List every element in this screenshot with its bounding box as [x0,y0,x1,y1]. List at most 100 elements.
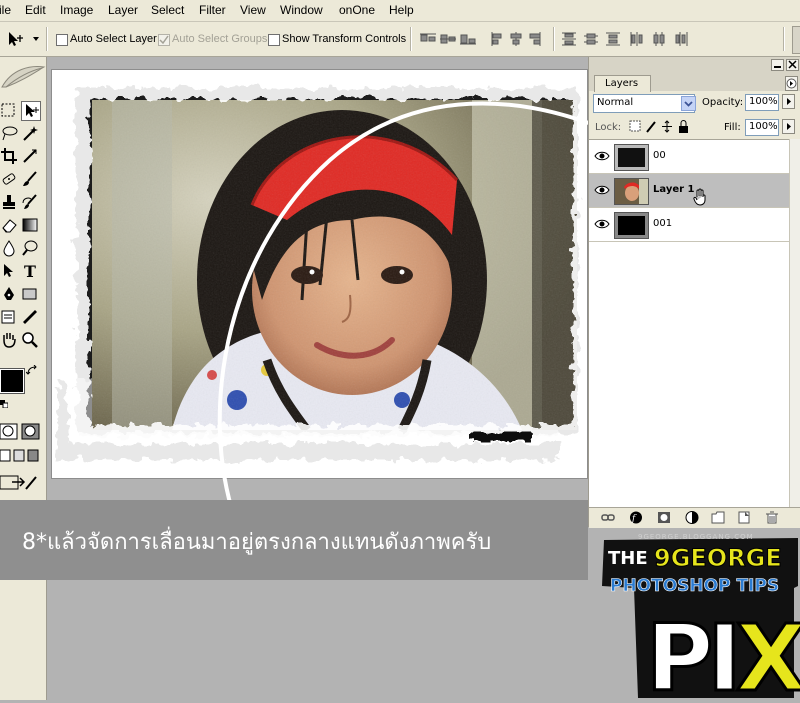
menu-filter[interactable]: Filter [199,3,226,17]
logo-url-text: 9GEORGE.BLOGGANG.COM [638,533,754,541]
slice-tool-icon[interactable] [21,147,39,165]
menu-select[interactable]: Select [151,3,184,17]
chevron-right-icon [787,98,791,105]
layers-footer: f [589,507,800,528]
toolbox: T [0,57,47,700]
menu-file[interactable]: ile [0,3,11,17]
eyedropper-tool-icon[interactable] [21,308,39,326]
opacity-label: Opacity: [702,97,744,108]
brush-tool-icon[interactable] [21,170,39,188]
layer-style-icon[interactable]: f [629,511,643,524]
logo-artwork: 9GEORGE.BLOGGANG.COM THE 9GEORGE PHOTOSH… [602,533,800,703]
quick-mask-mode-icon[interactable] [0,423,42,441]
eye-icon[interactable] [593,215,611,233]
magic-wand-tool-icon[interactable] [21,124,39,142]
menu-window[interactable]: Window [280,3,323,17]
move-tool-preset-icon[interactable] [6,30,40,48]
panel-menu-button[interactable] [785,76,798,91]
marquee-tool-icon[interactable] [0,101,18,119]
distribute-horizontal-icon[interactable] [630,32,692,46]
chevron-down-icon [684,101,693,107]
menu-view[interactable]: View [240,3,266,17]
document-canvas[interactable] [52,70,587,478]
photo-artwork [58,80,587,460]
new-layer-icon[interactable] [737,511,751,524]
adjustment-layer-icon[interactable] [685,511,699,524]
rectangle-tool-icon[interactable] [21,285,39,303]
separator [46,27,48,51]
layer-list: 00 Layer 1 001 [589,139,800,508]
move-tool-icon[interactable] [21,101,41,121]
show-transform-controls-checkbox[interactable] [268,34,280,46]
type-tool-icon[interactable]: T [21,262,39,280]
svg-text:T: T [24,262,36,280]
eye-icon[interactable] [593,147,611,165]
auto-select-groups-label: Auto Select Groups [172,33,268,45]
link-layers-icon[interactable] [601,511,615,524]
path-selection-tool-icon[interactable] [0,262,18,280]
fill-input[interactable]: 100% [745,119,779,136]
notes-tool-icon[interactable] [0,308,18,326]
palette-well-button[interactable] [792,26,800,54]
auto-select-layer-label: Auto Select Layer [70,33,157,45]
blur-tool-icon[interactable] [0,239,18,257]
new-group-icon[interactable] [711,511,725,524]
menu-image[interactable]: Image [60,3,93,17]
layer-list-scrollbar[interactable] [789,139,800,507]
dodge-tool-icon[interactable] [21,239,39,257]
layer-thumbnail-layer-1 [614,178,649,205]
opacity-slider-button[interactable] [782,94,795,109]
opacity-input[interactable]: 100% [745,94,779,111]
history-brush-tool-icon[interactable] [21,193,39,211]
eye-icon[interactable] [593,181,611,199]
align-horizontal-icon[interactable] [490,32,545,46]
menu-edit[interactable]: Edit [25,3,46,17]
caption-bar: 8*แล้วจัดการเลื่อนมาอยู่ตรงกลางแทนดังภาพ… [0,500,588,580]
edit-in-imageready-icon[interactable] [0,473,40,493]
fill-value: 100% [749,121,778,132]
default-colors-icon[interactable] [0,400,8,408]
auto-select-layer-checkbox[interactable] [56,34,68,46]
lasso-tool-icon[interactable] [0,124,18,142]
lock-options-icons[interactable] [629,120,693,134]
hand-tool-icon[interactable] [0,331,18,349]
fill-slider-button[interactable] [782,119,795,134]
logo-pix: PIX [646,605,800,700]
layer-row-layer-1[interactable]: Layer 1 [589,174,800,208]
swap-colors-icon[interactable] [26,365,38,377]
zoom-tool-icon[interactable] [21,331,39,349]
layer-mask-icon[interactable] [657,511,671,524]
options-bar: Auto Select Layer Auto Select Groups Sho… [0,22,800,57]
layer-row-00[interactable]: 00 [589,140,800,174]
blend-mode-select[interactable]: Normal [593,94,696,113]
blend-mode-value: Normal [597,97,634,108]
layer-thumbnail-001 [614,212,649,239]
layers-panel: Layers Normal Opacity: 100% Lock: Fill: … [588,57,800,528]
layer-name-layer-1: Layer 1 [653,184,695,195]
gradient-tool-icon[interactable] [21,216,39,234]
menu-onone[interactable]: onOne [339,3,375,17]
minimize-button[interactable] [771,59,784,71]
logo-subtitle: PHOTOSHOP TIPS [610,576,779,596]
pen-tool-icon[interactable] [0,285,18,303]
layer-thumbnail-00 [614,144,649,171]
layer-row-001[interactable]: 001 [589,208,800,242]
screen-mode-icon[interactable] [0,448,44,464]
crop-tool-icon[interactable] [0,147,18,165]
align-edges-icon[interactable] [420,32,480,46]
close-panel-button[interactable] [786,59,799,71]
auto-select-groups-checkbox[interactable] [158,34,170,46]
blend-mode-dropdown-button[interactable] [681,96,696,111]
foreground-color-swatch[interactable] [0,368,25,394]
menu-layer[interactable]: Layer [108,3,138,17]
opacity-value: 100% [749,96,778,107]
clone-stamp-tool-icon[interactable] [0,193,18,211]
logo-brand: 9GEORGE [654,544,782,572]
close-icon [788,60,797,69]
tab-layers[interactable]: Layers [594,75,651,92]
delete-layer-icon[interactable] [765,511,779,524]
healing-brush-tool-icon[interactable] [0,170,18,188]
distribute-vertical-icon[interactable] [562,32,622,46]
eraser-tool-icon[interactable] [0,216,18,234]
menu-help[interactable]: Help [389,3,414,17]
